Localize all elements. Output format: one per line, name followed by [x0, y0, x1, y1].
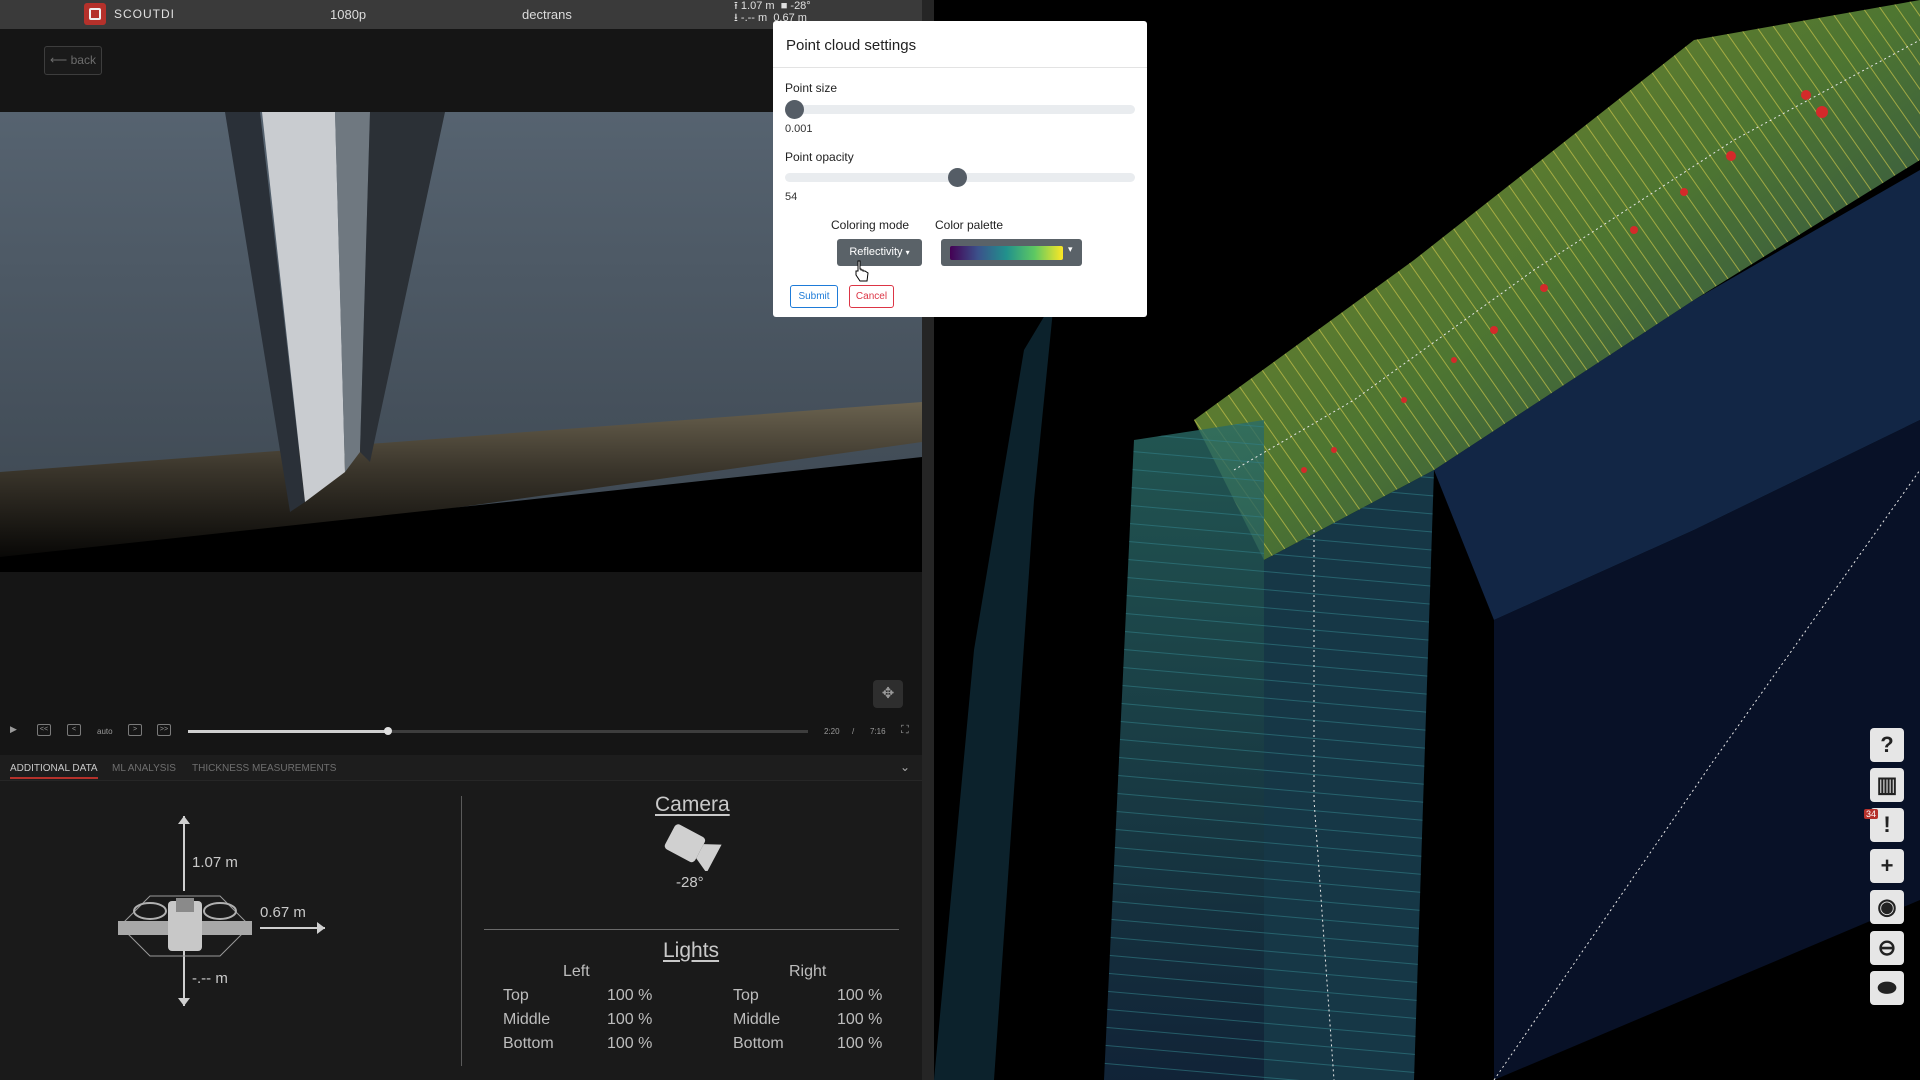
lights-title: Lights	[663, 939, 720, 962]
alert-icon: !	[1883, 812, 1891, 837]
back-button[interactable]: ⟵ back	[44, 46, 102, 75]
color-palette-label: Color palette	[935, 218, 1004, 232]
point-opacity-value: 54	[785, 191, 798, 203]
point-size-value: 0.001	[785, 123, 813, 135]
light-right-value: 100 %	[837, 987, 883, 1004]
map-icon: ▥	[1876, 772, 1898, 797]
point-opacity-label: Point opacity	[785, 150, 854, 164]
camera-icon	[664, 824, 722, 871]
hand-cursor-icon	[855, 260, 869, 282]
camera-tilt-value: -28°	[790, 0, 811, 12]
toggle-icon: ⬬	[1877, 975, 1897, 1000]
point-cloud-settings-dialog: Point cloud settings Point size 0.001 Po…	[773, 21, 1147, 317]
move-icon[interactable]: ✥	[873, 680, 903, 708]
add-button[interactable]: +	[1870, 849, 1904, 883]
camera-title: Camera	[655, 793, 730, 816]
fullscreen-icon[interactable]: ⛶	[901, 724, 909, 737]
back-label: back	[70, 53, 96, 67]
light-row-label: Bottom	[503, 1035, 554, 1052]
viridis-palette-swatch	[950, 246, 1063, 260]
light-left-value: 100 %	[607, 987, 653, 1004]
scoutdi-logo-icon	[84, 3, 106, 25]
data-tabs: ADDITIONAL DATA ML ANALYSIS THICKNESS ME…	[0, 755, 922, 781]
cancel-button[interactable]: Cancel	[849, 285, 894, 308]
point-size-slider[interactable]	[785, 100, 1135, 119]
resolution-label: 1080p	[330, 7, 367, 22]
play-button[interactable]: ▶	[10, 724, 17, 735]
skip-back-button[interactable]: <<	[37, 724, 51, 736]
coloring-mode-dropdown[interactable]: Reflectivity ▾	[837, 239, 922, 266]
additional-data-panel: 1.07 m 0.67 m -.-- m Camera -28° Lights …	[0, 781, 922, 1080]
light-right-value: 100 %	[837, 1011, 883, 1028]
timeline-knob[interactable]	[383, 727, 392, 735]
light-row-label: Top	[503, 987, 529, 1004]
caret-down-icon: ▾	[905, 248, 910, 257]
camera-icon: ■	[780, 0, 788, 12]
submit-button[interactable]: Submit	[790, 285, 838, 308]
coloring-mode-label: Coloring mode	[831, 218, 910, 232]
tab-additional-data[interactable]: ADDITIONAL DATA	[10, 763, 98, 779]
tab-ml-analysis[interactable]: ML ANALYSIS	[112, 763, 176, 774]
altitude-up-value: 1.07 m	[740, 0, 775, 12]
light-right-value: 100 %	[837, 1035, 883, 1052]
step-back-button[interactable]: <	[67, 724, 81, 736]
current-time: 2:20	[824, 727, 840, 736]
coloring-mode-value: Reflectivity	[849, 246, 903, 258]
light-row-label: Middle	[503, 1011, 551, 1028]
lights-divider	[484, 929, 899, 930]
camera-angle-value: -28°	[676, 874, 704, 891]
help-icon: ?	[1880, 732, 1894, 757]
light-row-label: Middle	[733, 1011, 781, 1028]
add-icon: +	[1880, 853, 1894, 878]
altitude-up-icon: ⭱	[734, 0, 738, 12]
map-button[interactable]: ▥	[1870, 768, 1904, 802]
chevron-down-icon[interactable]: ⌄	[900, 760, 910, 774]
video-controls: ▶ << < auto > >> 2:20 / 7:16 ⛶	[0, 720, 922, 742]
step-forward-button[interactable]: >	[128, 724, 142, 736]
light-left-value: 100 %	[607, 1035, 653, 1052]
section-divider	[461, 796, 462, 1066]
skip-forward-button[interactable]: >>	[157, 724, 171, 736]
toggle-button[interactable]: ⬬	[1870, 971, 1904, 1005]
dialog-title: Point cloud settings	[786, 37, 917, 54]
point-opacity-slider[interactable]	[785, 168, 1135, 187]
altitude-down-value: -.-- m	[740, 12, 768, 24]
light-row-label: Top	[733, 987, 759, 1004]
light-row-label: Bottom	[733, 1035, 784, 1052]
total-time: 7:16	[870, 727, 886, 736]
video-timeline[interactable]	[188, 727, 808, 735]
point-opacity-slider-knob[interactable]	[947, 168, 967, 187]
tab-thickness-measurements[interactable]: THICKNESS MEASUREMENTS	[192, 763, 336, 774]
point-size-label: Point size	[785, 81, 838, 95]
eye-icon: ◉	[1877, 894, 1897, 919]
point-size-slider-knob[interactable]	[785, 100, 804, 119]
dialog-divider	[773, 67, 1147, 68]
minus-icon: ⊖	[1877, 935, 1897, 960]
caret-down-icon: ▾	[1068, 244, 1073, 254]
alert-count-badge: 34	[1864, 809, 1879, 819]
timeline-progress	[188, 730, 388, 733]
lights-right-header: Right	[789, 963, 827, 980]
brand-name: SCOUTDI	[114, 7, 175, 21]
altitude-down-icon: ⭳	[734, 12, 738, 24]
visibility-button[interactable]: ◉	[1870, 890, 1904, 924]
arrow-left-icon: ⟵	[50, 53, 68, 67]
lights-left-header: Left	[563, 963, 590, 980]
help-button[interactable]: ?	[1870, 728, 1904, 762]
user-label: dectrans	[522, 7, 572, 22]
light-left-value: 100 %	[607, 1011, 653, 1028]
speed-button[interactable]: auto	[97, 727, 113, 736]
drone-up-distance: 1.07 m	[192, 854, 238, 871]
drone-side-distance: 0.67 m	[260, 904, 306, 921]
zoom-out-button[interactable]: ⊖	[1870, 931, 1904, 965]
drone-down-distance: -.-- m	[192, 970, 228, 987]
time-separator: /	[852, 727, 855, 736]
color-palette-dropdown[interactable]: ▾	[941, 239, 1082, 266]
